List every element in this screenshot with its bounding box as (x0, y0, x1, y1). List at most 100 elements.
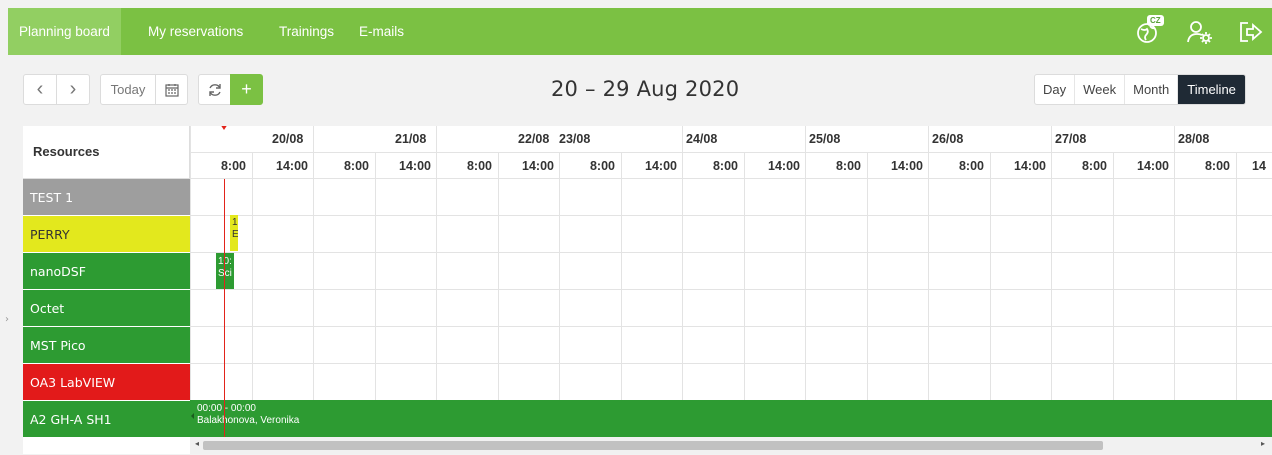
hour-label: 14:00 (1014, 159, 1046, 173)
hour-label: 14:00 (276, 159, 308, 173)
hour-label: 14:00 (645, 159, 677, 173)
grid-line (682, 126, 683, 437)
event-user: E (232, 229, 238, 240)
scroll-right-arrow-icon[interactable]: ▸ (1261, 439, 1265, 448)
resource-row-a2-gh-a-sh1[interactable]: A2 GH-A SH1 (23, 401, 190, 438)
grid-line (559, 152, 560, 437)
grid-line (252, 152, 253, 437)
hour-label: 8:00 (220, 159, 246, 173)
tab-e-mails[interactable]: E-mails (359, 8, 404, 55)
grid-line (805, 126, 806, 437)
refresh-icon (208, 83, 221, 96)
reservation-event[interactable]: 00:00 - 00:00 Balakhonova, Veronika (190, 400, 1272, 437)
top-nav-bar: Planning board My reservations Trainings… (8, 8, 1272, 55)
calendar-picker-button[interactable] (155, 74, 188, 105)
calendar-icon (164, 83, 179, 97)
hour-label: 8:00 (343, 159, 369, 173)
grid-line (990, 152, 991, 437)
grid-line (190, 215, 1272, 216)
view-month-button[interactable]: Month (1125, 75, 1179, 104)
grid-line (1113, 152, 1114, 437)
hour-label: 14:00 (399, 159, 431, 173)
grid-line (190, 126, 191, 437)
logout-icon[interactable] (1237, 18, 1265, 46)
date-range-title: 20 – 29 Aug 2020 (551, 77, 740, 101)
grid-line (498, 152, 499, 437)
grid-line (928, 126, 929, 437)
hour-label: 8:00 (589, 159, 615, 173)
reservation-event[interactable]: 1 E (230, 215, 238, 251)
hour-label: 8:00 (1204, 159, 1230, 173)
hour-label: 8:00 (958, 159, 984, 173)
tab-my-reservations[interactable]: My reservations (148, 8, 243, 55)
grid-line (436, 126, 437, 437)
current-time-marker-icon (220, 126, 228, 130)
view-switcher: Day Week Month Timeline (1034, 74, 1246, 105)
timeline-grid: Resources 20/08 21/08 22/08 23/08 24/08 … (23, 126, 1272, 454)
day-label: 21/08 (395, 132, 427, 146)
event-continues-left-icon (191, 413, 194, 419)
day-label: 24/08 (686, 132, 718, 146)
day-label: 25/08 (809, 132, 841, 146)
grid-line (190, 363, 1272, 364)
resource-row-perry[interactable]: PERRY (23, 216, 190, 253)
day-label: 27/08 (1055, 132, 1087, 146)
tab-trainings[interactable]: Trainings (279, 8, 334, 55)
sidebar-expand-icon[interactable]: › (5, 314, 9, 325)
event-time: 00:00 - 00:00 (197, 403, 256, 414)
hour-label: 8:00 (712, 159, 738, 173)
grid-line (621, 152, 622, 437)
hour-label: 14:00 (891, 159, 923, 173)
user-settings-icon[interactable] (1186, 18, 1214, 46)
tab-planning-board[interactable]: Planning board (8, 8, 121, 55)
grid-line (867, 152, 868, 437)
hour-label: 8:00 (835, 159, 861, 173)
hour-label: 8:00 (466, 159, 492, 173)
resources-header: Resources (23, 126, 190, 179)
day-label: 20/08 (272, 132, 304, 146)
grid-line (375, 152, 376, 437)
grid-line (190, 289, 1272, 290)
scroll-left-arrow-icon[interactable]: ◂ (195, 439, 199, 448)
current-time-line (224, 179, 225, 441)
grid-line (744, 152, 745, 437)
grid-line (190, 178, 1272, 179)
grid-line (1174, 126, 1175, 437)
refresh-button[interactable] (198, 74, 231, 105)
view-day-button[interactable]: Day (1035, 75, 1076, 104)
event-time: 10: (218, 256, 234, 268)
resource-row-octet[interactable]: Octet (23, 290, 190, 327)
day-label: 23/08 (559, 132, 591, 146)
grid-line (313, 126, 314, 437)
event-user: Sci (218, 268, 234, 280)
reservation-event[interactable]: 10: Sci (216, 253, 234, 289)
view-timeline-button[interactable]: Timeline (1178, 75, 1245, 104)
grid-line (190, 152, 1272, 153)
day-label: 22/08 (518, 132, 550, 146)
hour-label: 14:00 (522, 159, 554, 173)
add-reservation-button[interactable]: + (230, 74, 263, 105)
hour-label: 14:00 (1137, 159, 1169, 173)
view-week-button[interactable]: Week (1075, 75, 1126, 104)
grid-line (190, 326, 1272, 327)
prev-button[interactable]: ‹ (23, 74, 57, 105)
event-time: 1 (232, 217, 238, 228)
grid-line (190, 252, 1272, 253)
day-label: 28/08 (1178, 132, 1210, 146)
grid-line (1236, 152, 1237, 437)
resource-row-oa3-labview[interactable]: OA3 LabVIEW (23, 364, 190, 401)
chevron-left-icon: ‹ (36, 78, 44, 100)
chevron-right-icon: › (69, 78, 77, 100)
event-user: Balakhonova, Veronika (197, 415, 300, 426)
day-label: 26/08 (932, 132, 964, 146)
next-button[interactable]: › (56, 74, 90, 105)
resource-row-test-1[interactable]: TEST 1 (23, 179, 190, 216)
globe-language-icon[interactable]: CZ (1135, 15, 1164, 46)
language-badge: CZ (1147, 15, 1164, 26)
hour-label: 14:00 (768, 159, 800, 173)
today-button[interactable]: Today (100, 74, 156, 105)
scrollbar-thumb[interactable] (203, 441, 1103, 450)
resource-row-nanodsf[interactable]: nanoDSF (23, 253, 190, 290)
hour-label: 8:00 (1081, 159, 1107, 173)
resource-row-mst-pico[interactable]: MST Pico (23, 327, 190, 364)
